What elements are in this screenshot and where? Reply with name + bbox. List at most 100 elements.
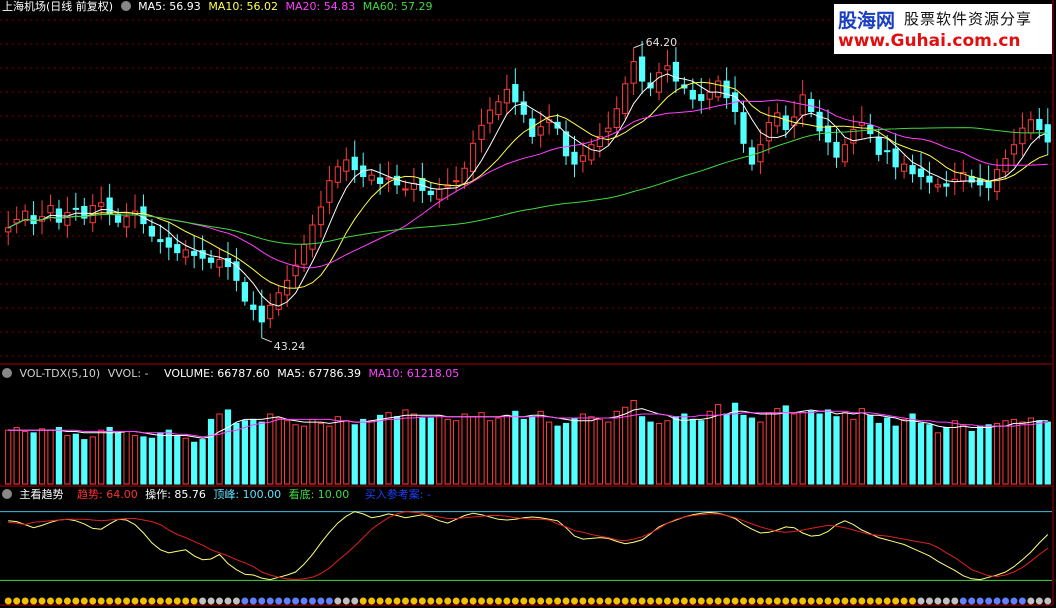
signal-marker xyxy=(1035,597,1043,605)
candle xyxy=(106,197,113,215)
candle xyxy=(647,82,654,89)
signal-marker xyxy=(782,597,790,605)
candle xyxy=(326,180,333,203)
candle xyxy=(343,159,350,172)
volume-bar xyxy=(503,414,510,485)
signal-marker xyxy=(545,597,553,605)
ma10-line xyxy=(7,81,1048,289)
candle xyxy=(1036,119,1043,130)
signal-marker xyxy=(385,597,393,605)
signal-marker xyxy=(359,597,367,605)
signal-marker xyxy=(80,597,88,605)
candle xyxy=(385,177,392,180)
volume-bar xyxy=(326,425,333,485)
indicator-settings-icon[interactable] xyxy=(2,489,12,499)
ma60-line xyxy=(7,127,1048,245)
volume-settings-icon[interactable] xyxy=(2,368,12,378)
signal-marker xyxy=(199,597,207,605)
volume-bar xyxy=(715,404,722,485)
candle xyxy=(579,155,587,162)
signal-marker xyxy=(351,597,359,605)
ma10-legend: MA10: 56.02 xyxy=(208,0,279,13)
volume-bar xyxy=(638,416,646,485)
signal-marker xyxy=(976,597,984,605)
signal-marker xyxy=(334,597,342,605)
candle xyxy=(892,148,899,168)
signal-marker xyxy=(63,597,71,605)
signal-marker xyxy=(182,597,190,605)
signal-marker xyxy=(486,597,494,605)
signal-marker xyxy=(165,597,173,605)
volume-bar xyxy=(554,425,561,485)
volume-bar xyxy=(38,428,46,485)
candle xyxy=(1010,144,1018,155)
candle xyxy=(664,65,671,71)
volume-bar xyxy=(199,439,206,485)
candle xyxy=(571,151,578,165)
candle xyxy=(317,206,325,226)
ma5-line xyxy=(7,73,1048,307)
volume-bar xyxy=(114,432,122,485)
candle xyxy=(5,227,12,233)
volume-bar xyxy=(216,413,223,485)
volume-bar xyxy=(841,412,849,485)
candle xyxy=(512,84,519,103)
indicator-header: 主看趋势 趋势: 64.00 操作: 85.76 顶峰: 100.00 看底: … xyxy=(2,488,435,502)
vvol-legend: VVOL: - xyxy=(107,367,149,380)
signal-marker xyxy=(655,597,663,605)
volume-bar xyxy=(546,421,553,485)
candle xyxy=(926,175,933,183)
candle xyxy=(182,249,189,258)
signal-marker xyxy=(748,597,756,605)
signal-marker xyxy=(832,597,840,605)
signal-marker xyxy=(216,597,224,605)
signal-marker xyxy=(38,597,46,605)
volume-bar xyxy=(951,420,958,485)
volume-bar xyxy=(774,408,781,485)
high-label: 64.20 xyxy=(646,36,678,49)
signal-marker xyxy=(689,597,697,605)
volume-bar xyxy=(698,420,705,485)
logo-name: 股海网 xyxy=(838,10,896,32)
volume-bar xyxy=(985,424,992,485)
candle xyxy=(453,180,460,183)
signal-marker xyxy=(993,597,1001,605)
volume-bar xyxy=(410,413,418,485)
signal-marker xyxy=(917,597,925,605)
candle xyxy=(165,237,172,248)
candle xyxy=(638,56,646,82)
settings-icon[interactable] xyxy=(120,1,131,11)
candle xyxy=(114,213,122,223)
candle xyxy=(765,122,772,142)
volume-bar xyxy=(1044,421,1051,485)
candle xyxy=(402,188,409,191)
volume-bar xyxy=(943,426,950,485)
volume-bar xyxy=(334,416,341,485)
trend-line xyxy=(8,511,1049,581)
candle xyxy=(875,136,882,155)
signal-marker xyxy=(224,597,232,605)
volume-bar xyxy=(647,421,654,485)
signal-marker xyxy=(55,597,63,605)
candle xyxy=(207,257,215,263)
main-header: 上海机场(日线 前复权) MA5: 56.93 MA10: 56.02 MA20… xyxy=(2,0,436,14)
volume-bar xyxy=(309,418,316,485)
signal-marker xyxy=(630,597,638,605)
candle xyxy=(655,72,663,93)
volume-bar xyxy=(300,425,308,485)
signal-marker xyxy=(503,597,511,605)
signal-marker xyxy=(173,597,181,605)
volume-bar xyxy=(579,413,587,485)
volume-bar xyxy=(520,418,527,485)
candle xyxy=(824,125,832,143)
ma5-legend: MA5: 56.93 xyxy=(138,0,201,13)
signal-marker xyxy=(934,597,942,605)
logo-tagline: 股票软件资源分享 xyxy=(904,10,1033,28)
candle xyxy=(495,101,502,116)
signal-marker xyxy=(418,597,426,605)
signal-marker xyxy=(21,597,29,605)
volume-bar xyxy=(106,426,113,485)
signal-marker xyxy=(900,597,908,605)
signal-marker xyxy=(114,597,122,605)
volume-bar xyxy=(562,422,570,485)
